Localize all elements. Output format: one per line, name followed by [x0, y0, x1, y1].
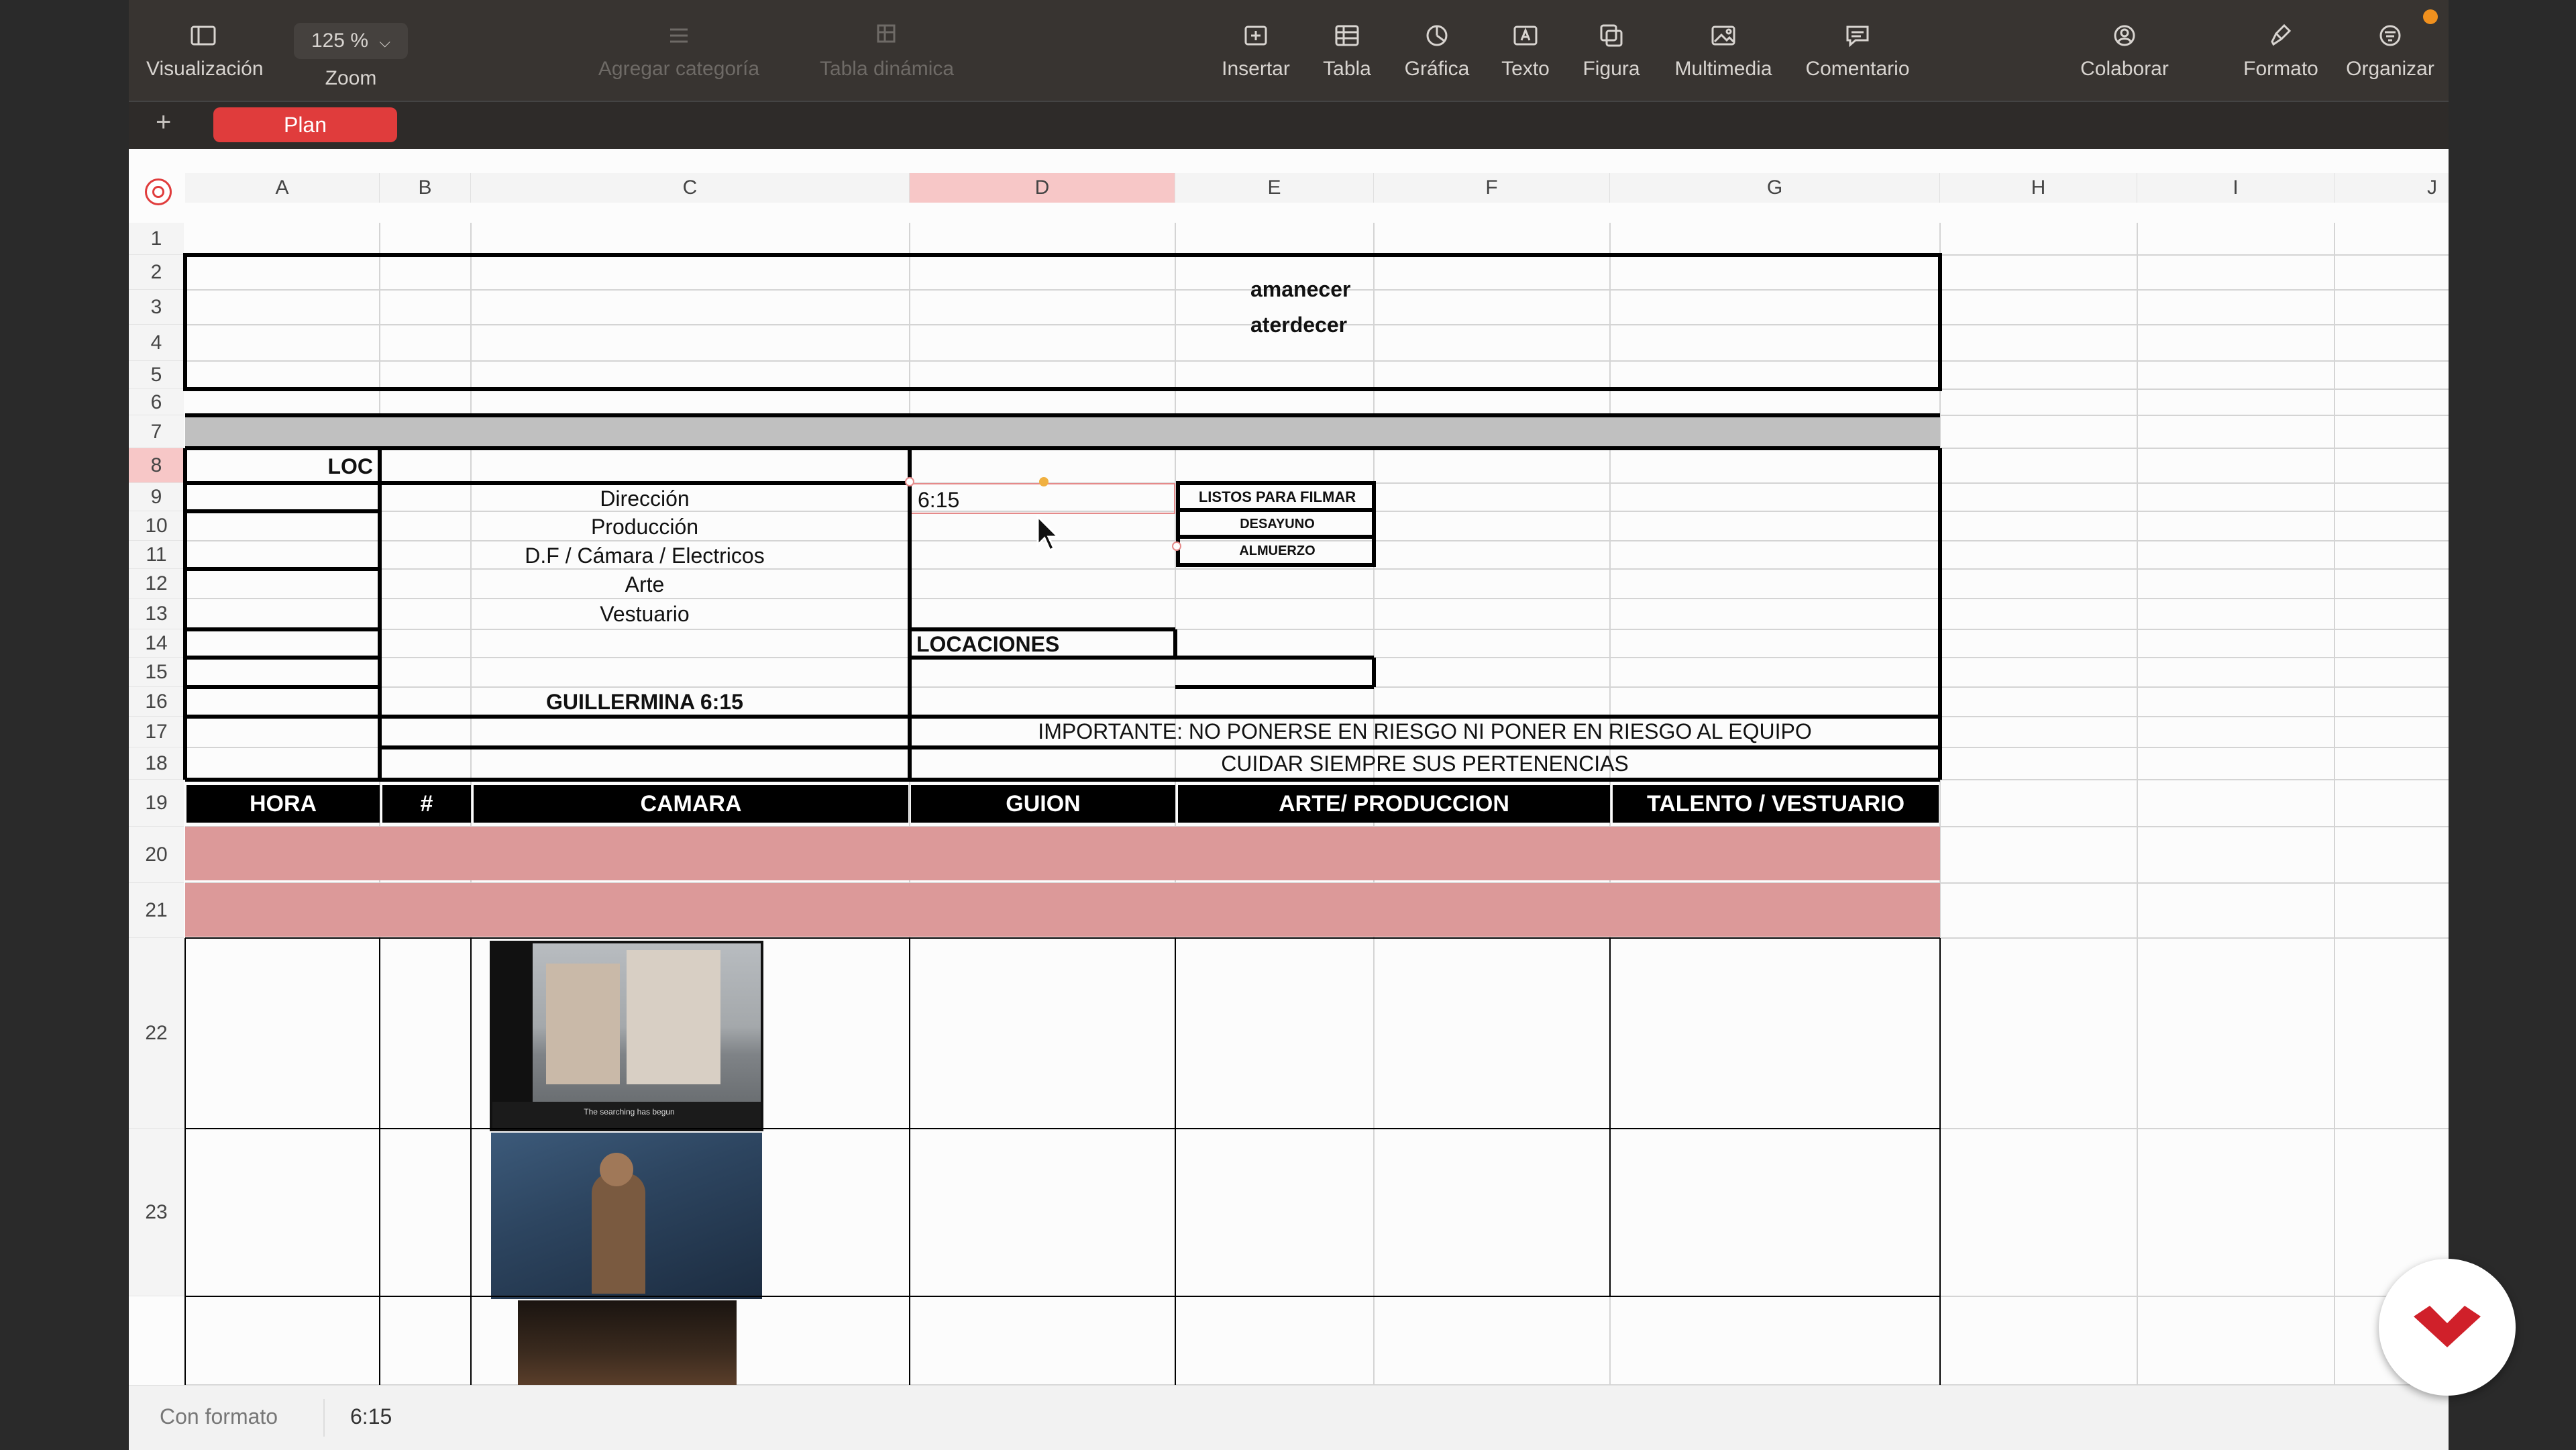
shape-button[interactable]: Figura — [1564, 19, 1658, 81]
insert-button[interactable]: Insertar — [1202, 19, 1309, 81]
building-shape — [627, 950, 720, 1084]
chart-button[interactable]: Gráfica — [1390, 19, 1484, 81]
cell-produccion[interactable]: Producción — [381, 513, 908, 541]
camera-thumbnail-3[interactable] — [518, 1300, 737, 1385]
camera-thumbnail-1[interactable]: The searching has begun — [490, 941, 763, 1131]
numbers-window: Visualización 125 % ⌵ Zoom Agregar categ… — [129, 0, 2449, 1450]
pink-row-19[interactable] — [185, 827, 1940, 880]
media-label: Multimedia — [1674, 58, 1772, 80]
thumbnail-caption: The searching has begun — [584, 1107, 675, 1117]
sheet-tab-plan[interactable]: Plan — [213, 107, 397, 142]
list-icon — [670, 28, 688, 43]
building-shape — [546, 964, 620, 1084]
cell-arte[interactable]: Arte — [381, 570, 908, 599]
pivot-table-button[interactable]: Tabla dinámica — [773, 19, 1001, 81]
pivot-table-label: Tabla dinámica — [819, 58, 955, 80]
mouse-pointer-icon — [1036, 515, 1061, 552]
zoom-label: Zoom — [325, 67, 377, 89]
header-camara[interactable]: CAMARA — [474, 785, 908, 823]
text-button[interactable]: Texto — [1485, 19, 1566, 81]
cell-desayuno[interactable]: DESAYUNO — [1181, 511, 1374, 537]
table-icon — [1335, 25, 1359, 46]
person-head-shape — [600, 1153, 633, 1186]
brand-logo — [2379, 1259, 2516, 1396]
add-category-button[interactable]: Agregar categoría — [572, 19, 786, 81]
media-icon — [1711, 25, 1735, 46]
pivot-table-icon — [877, 24, 896, 43]
format-label: Formato — [2243, 58, 2318, 80]
insert-label: Insertar — [1222, 58, 1290, 80]
sheet-tab-bar: + Plan — [129, 101, 2449, 149]
cell-vestuario[interactable]: Vestuario — [381, 600, 908, 628]
zoom-button[interactable]: Zoom — [294, 67, 408, 90]
comment-icon — [1846, 25, 1869, 48]
spreadsheet-grid[interactable]: ABCDEFGHIJ 1 2 3 4 5 6 7 8 9 10 11 12 13 14 15 16 17 18 19… — [129, 149, 2449, 1385]
header-number[interactable]: # — [382, 785, 471, 823]
comment-label: Comentario — [1805, 58, 1910, 80]
chart-icon — [1426, 25, 1448, 46]
status-divider — [323, 1399, 325, 1437]
pink-row-20[interactable] — [185, 883, 1940, 937]
chevron-down-icon: ⌵ — [379, 34, 391, 50]
header-guion[interactable]: GUION — [911, 785, 1175, 823]
header-arte-produccion[interactable]: ARTE/ PRODUCCION — [1178, 785, 1610, 823]
notification-dot — [2423, 9, 2438, 24]
cell-importante[interactable]: IMPORTANTE: NO PONERSE EN RIESGO NI PONE… — [910, 717, 1940, 746]
zoom-select[interactable]: 125 % ⌵ — [294, 23, 408, 59]
format-status-label[interactable]: Con formato — [160, 1404, 278, 1429]
cell-listos[interactable]: LISTOS PARA FILMAR — [1181, 484, 1374, 510]
chart-label: Gráfica — [1404, 58, 1470, 80]
organize-icon — [2379, 25, 2401, 46]
status-bar: Con formato 6:15 — [129, 1385, 2449, 1450]
comment-button[interactable]: Comentario — [1787, 19, 1928, 81]
person-shape — [592, 1173, 645, 1294]
add-sheet-button[interactable]: + — [156, 107, 171, 138]
car-dash-shape — [492, 1102, 761, 1129]
table-label: Tabla — [1323, 58, 1371, 80]
collaborate-icon — [2114, 25, 2135, 46]
cell-direccion[interactable]: Dirección — [381, 484, 908, 513]
brand-logo-icon — [2414, 1306, 2481, 1347]
format-button[interactable]: Formato — [2227, 19, 2334, 81]
sidebar-icon — [191, 25, 216, 46]
text-icon — [1513, 25, 1538, 46]
cell-df-camara[interactable]: D.F / Cámara / Electricos — [381, 541, 908, 570]
collaborate-label: Colaborar — [2080, 58, 2169, 80]
cell-amanecer[interactable]: amanecer — [1246, 272, 1481, 307]
cell-cuidar[interactable]: CUIDAR SIEMPRE SUS PERTENENCIAS — [910, 749, 1940, 778]
collaborate-button[interactable]: Colaborar — [2061, 19, 2188, 81]
organize-label: Organizar — [2346, 58, 2434, 80]
table-button[interactable]: Tabla — [1307, 19, 1387, 81]
cell-almuerzo[interactable]: ALMUERZO — [1181, 538, 1374, 564]
cell-loc[interactable]: LOC — [185, 450, 380, 483]
shape-icon — [1600, 24, 1623, 47]
header-talento-vestuario[interactable]: TALENTO / VESTUARIO — [1613, 785, 1939, 823]
gray-band — [185, 415, 1940, 448]
shape-label: Figura — [1582, 58, 1640, 80]
formula-value[interactable]: 6:15 — [350, 1404, 392, 1429]
paintbrush-icon — [2271, 23, 2292, 46]
view-button[interactable]: Visualización — [146, 19, 264, 81]
camera-thumbnail-2[interactable] — [491, 1133, 762, 1299]
text-label: Texto — [1501, 58, 1550, 80]
toolbar: Visualización 125 % ⌵ Zoom Agregar categ… — [129, 0, 2449, 101]
organize-button[interactable]: Organizar — [2333, 19, 2447, 81]
add-category-label: Agregar categoría — [598, 58, 760, 80]
media-button[interactable]: Multimedia — [1660, 19, 1787, 81]
insert-icon — [1244, 25, 1267, 46]
view-label: Visualización — [146, 58, 264, 80]
cell-atardecer[interactable]: aterdecer — [1246, 307, 1481, 342]
header-hora[interactable]: HORA — [186, 785, 380, 823]
cell-selected-time[interactable]: 6:15 — [910, 483, 1175, 514]
zoom-value: 125 % — [311, 30, 369, 52]
cell-locaciones[interactable]: LOCACIONES — [910, 630, 1175, 658]
cell-guillermina[interactable]: GUILLERMINA 6:15 — [381, 688, 908, 716]
